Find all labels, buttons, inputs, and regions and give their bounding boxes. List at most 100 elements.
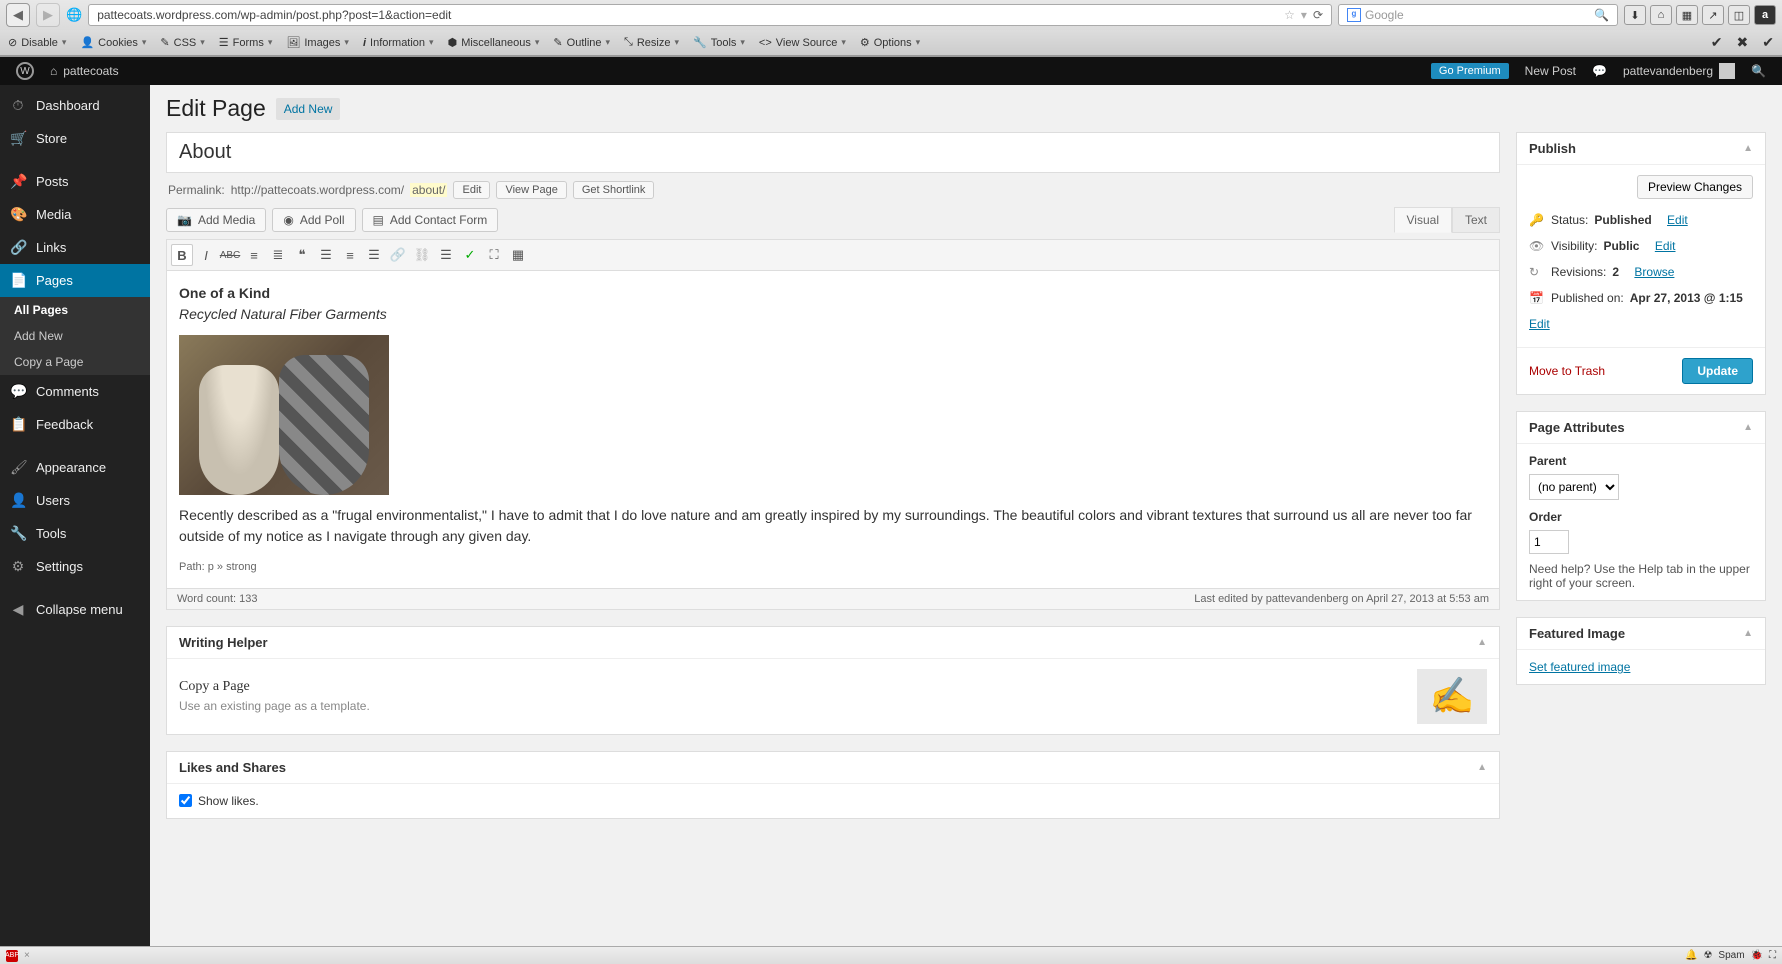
notifications-icon[interactable]: 💬: [1584, 57, 1615, 85]
set-featured-image-link[interactable]: Set featured image: [1529, 660, 1630, 674]
search-icon[interactable]: 🔍: [1594, 8, 1609, 22]
add-media-button[interactable]: 📷Add Media: [166, 208, 266, 232]
align-left-button[interactable]: ☰: [315, 244, 337, 266]
toggle-icon[interactable]: ▲: [1743, 628, 1753, 639]
wp-logo[interactable]: W: [8, 57, 42, 85]
bug-icon[interactable]: 🐞: [1751, 950, 1763, 961]
amazon-icon[interactable]: a: [1754, 5, 1776, 25]
menu-feedback[interactable]: 📋Feedback: [0, 408, 150, 441]
menu-pages[interactable]: 📄Pages: [0, 264, 150, 297]
menu-settings[interactable]: ⚙Settings: [0, 550, 150, 583]
update-button[interactable]: Update: [1682, 358, 1753, 384]
more-button[interactable]: ☰: [435, 244, 457, 266]
dev-cookies[interactable]: 👤Cookies▾: [80, 36, 146, 49]
order-input[interactable]: [1529, 530, 1569, 554]
dev-info[interactable]: iInformation▾: [363, 37, 434, 49]
ul-button[interactable]: ≡: [243, 244, 265, 266]
star-icon[interactable]: ☆: [1284, 8, 1295, 22]
bold-button[interactable]: B: [171, 244, 193, 266]
close-icon[interactable]: ✖: [1737, 34, 1749, 51]
menu-tools[interactable]: 🔧Tools: [0, 517, 150, 550]
dev-resize[interactable]: ⤡Resize▾: [624, 36, 679, 49]
check-icon[interactable]: ✔: [1711, 34, 1723, 51]
toggle-icon[interactable]: ▲: [1743, 143, 1753, 154]
radiation-icon[interactable]: ☢: [1703, 950, 1712, 961]
add-new-button[interactable]: Add New: [276, 98, 341, 120]
strike-button[interactable]: ABC: [219, 244, 241, 266]
dev-options[interactable]: ⚙Options▾: [860, 36, 920, 49]
menu-dashboard[interactable]: ⏱Dashboard: [0, 89, 150, 122]
parent-select[interactable]: (no parent): [1529, 474, 1619, 500]
link-button[interactable]: 🔗: [387, 244, 409, 266]
dev-outline[interactable]: ✎Outline▾: [553, 36, 610, 49]
menu-posts[interactable]: 📌Posts: [0, 165, 150, 198]
menu-store[interactable]: 🛒Store: [0, 122, 150, 155]
expand-icon[interactable]: ⛶: [1769, 950, 1776, 961]
edit-date-link[interactable]: Edit: [1529, 317, 1550, 331]
copy-page-link[interactable]: Copy a Page: [179, 679, 370, 695]
dev-css[interactable]: ✎CSS▾: [160, 36, 204, 49]
preview-button[interactable]: Preview Changes: [1637, 175, 1753, 199]
toggle-icon[interactable]: ▲: [1477, 762, 1487, 773]
menu-users[interactable]: 👤Users: [0, 484, 150, 517]
edit-visibility-link[interactable]: Edit: [1655, 239, 1676, 253]
menu-comments[interactable]: 💬Comments: [0, 375, 150, 408]
check-icon-2[interactable]: ✔: [1762, 34, 1774, 51]
menu-links[interactable]: 🔗Links: [0, 231, 150, 264]
home-icon[interactable]: ⌂: [1650, 5, 1672, 25]
submenu-copy-page[interactable]: Copy a Page: [0, 349, 150, 375]
menu-collapse[interactable]: ◀Collapse menu: [0, 593, 150, 626]
add-contact-button[interactable]: ▤Add Contact Form: [362, 208, 499, 232]
reload-icon[interactable]: ⟳: [1313, 8, 1323, 22]
fullscreen-button[interactable]: ⛶: [483, 244, 505, 266]
url-input[interactable]: pattecoats.wordpress.com/wp-admin/post.p…: [88, 4, 1332, 26]
dev-images[interactable]: 🖼Images▾: [286, 36, 349, 49]
browse-revisions-link[interactable]: Browse: [1634, 265, 1674, 279]
move-to-trash-link[interactable]: Move to Trash: [1529, 364, 1605, 378]
show-likes-checkbox[interactable]: Show likes.: [179, 794, 1487, 808]
abp-icon[interactable]: ABP: [6, 950, 18, 962]
share-icon[interactable]: ↗: [1702, 5, 1724, 25]
dev-misc[interactable]: ⬢Miscellaneous▾: [448, 36, 540, 49]
get-shortlink-button[interactable]: Get Shortlink: [573, 181, 655, 199]
dev-disable[interactable]: ⊘Disable▾: [8, 36, 66, 49]
dev-forms[interactable]: ☰Forms▾: [219, 36, 273, 49]
dev-view-source[interactable]: <>View Source▾: [759, 37, 846, 49]
site-link[interactable]: ⌂pattecoats: [42, 57, 127, 85]
title-input[interactable]: [166, 132, 1500, 173]
view-page-button[interactable]: View Page: [496, 181, 566, 199]
go-premium-button[interactable]: Go Premium: [1423, 57, 1517, 85]
edit-permalink-button[interactable]: Edit: [453, 181, 490, 199]
toggle-icon[interactable]: ▲: [1743, 422, 1753, 433]
edit-status-link[interactable]: Edit: [1667, 213, 1688, 227]
submenu-add-new[interactable]: Add New: [0, 323, 150, 349]
kitchen-sink-button[interactable]: ▦: [507, 244, 529, 266]
align-center-button[interactable]: ≡: [339, 244, 361, 266]
toggle-icon[interactable]: ▲: [1477, 637, 1487, 648]
dev-tools[interactable]: 🔧Tools▾: [693, 36, 745, 49]
dropdown-icon[interactable]: ▾: [1301, 8, 1307, 22]
bell-icon[interactable]: 🔔: [1685, 950, 1697, 961]
add-poll-button[interactable]: ◉Add Poll: [272, 208, 355, 232]
align-right-button[interactable]: ☰: [363, 244, 385, 266]
download-icon[interactable]: ⬇: [1624, 5, 1646, 25]
new-post-button[interactable]: New Post: [1517, 57, 1584, 85]
submenu-all-pages[interactable]: All Pages: [0, 297, 150, 323]
spellcheck-button[interactable]: ✓: [459, 244, 481, 266]
menu-appearance[interactable]: 🖌Appearance: [0, 451, 150, 484]
nav-forward-button[interactable]: ▶: [36, 3, 60, 27]
ol-button[interactable]: ≣: [267, 244, 289, 266]
tab-visual[interactable]: Visual: [1394, 207, 1452, 233]
search-input[interactable]: g Google 🔍: [1338, 4, 1618, 26]
close-status-icon[interactable]: ×: [24, 950, 30, 961]
italic-button[interactable]: I: [195, 244, 217, 266]
grid-icon[interactable]: ▦: [1676, 5, 1698, 25]
nav-back-button[interactable]: ◀: [6, 3, 30, 27]
menu-media[interactable]: 🎨Media: [0, 198, 150, 231]
tab-text[interactable]: Text: [1452, 207, 1500, 233]
unlink-button[interactable]: ⛓: [411, 244, 433, 266]
quote-button[interactable]: ❝: [291, 244, 313, 266]
editor-content[interactable]: One of a Kind Recycled Natural Fiber Gar…: [166, 271, 1500, 589]
user-menu[interactable]: pattevandenberg: [1615, 57, 1743, 85]
search-icon[interactable]: 🔍: [1743, 57, 1774, 85]
